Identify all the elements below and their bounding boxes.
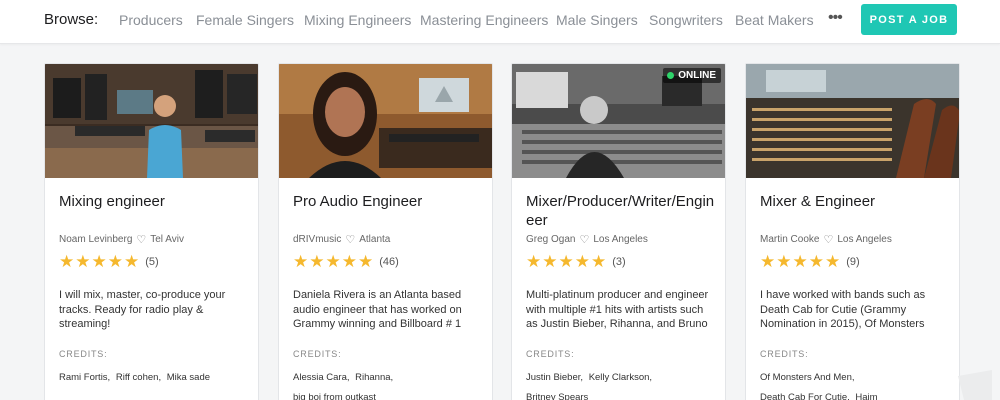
credit-item: big boi from outkast (293, 392, 376, 400)
heart-icon[interactable]: ♡ (579, 234, 589, 245)
star-icon: ★ (825, 252, 841, 271)
heart-icon[interactable]: ♡ (823, 234, 833, 245)
engineer-card[interactable]: Mixing engineer Noam Levinberg ♡ Tel Avi… (44, 63, 259, 400)
credit-item: Haim (855, 392, 878, 400)
browse-label: Browse: (44, 11, 99, 28)
engineer-name[interactable]: dRIVmusic (293, 234, 341, 245)
credits-label: CREDITS: (760, 349, 809, 359)
card-description: Multi-platinum producer and engineer wit… (526, 289, 709, 330)
star-icon: ★ (792, 252, 808, 271)
engineer-location: Los Angeles (593, 234, 648, 245)
star-icon: ★ (358, 252, 374, 271)
credits-label: CREDITS: (293, 349, 342, 359)
engineer-name[interactable]: Martin Cooke (760, 234, 819, 245)
card-meta: Noam Levinberg ♡ Tel Aviv (59, 234, 184, 245)
online-badge: ONLINE (663, 68, 721, 83)
card-title[interactable]: Mixer/Producer/Writer/Engineer (526, 192, 716, 230)
credit-item: Death Cab For Cutie, (760, 392, 850, 400)
credit-item: Britney Spears (526, 392, 589, 400)
card-description: I will mix, master, co-produce your trac… (59, 289, 226, 330)
card-photo: ONLINE (512, 64, 725, 178)
card-meta: Greg Ogan ♡ Los Angeles (526, 234, 648, 245)
credit-item: Justin Bieber, (526, 372, 584, 383)
star-icon: ★ (760, 252, 776, 271)
card-photo (279, 64, 492, 178)
star-icon: ★ (325, 252, 341, 271)
nav-link-producers[interactable]: Producers (119, 12, 183, 28)
nav-link-male-singers[interactable]: Male Singers (556, 12, 638, 28)
credit-item: Rami Fortis, (59, 372, 111, 383)
star-icon: ★ (107, 252, 123, 271)
online-label: ONLINE (678, 70, 716, 81)
star-icon: ★ (808, 252, 824, 271)
review-count: (3) (612, 256, 626, 268)
engineer-card[interactable]: ONLINE Mixer/Producer/Writer/Engineer Gr… (511, 63, 726, 400)
nav-link-songwriters[interactable]: Songwriters (649, 12, 723, 28)
review-count: (5) (145, 256, 159, 268)
rating: ★ ★ ★ ★ ★ (46) (293, 253, 399, 271)
nav-link-mixing-engineers[interactable]: Mixing Engineers (304, 12, 411, 28)
online-status-icon (667, 72, 675, 79)
credits-label: CREDITS: (526, 349, 575, 359)
card-title[interactable]: Pro Audio Engineer (293, 192, 483, 211)
star-icon: ★ (542, 252, 558, 271)
star-icon: ★ (293, 252, 309, 271)
card-photo (45, 64, 258, 178)
card-meta: dRIVmusic ♡ Atlanta (293, 234, 390, 245)
credit-item: Riff cohen, (115, 372, 162, 383)
engineer-location: Atlanta (359, 234, 391, 245)
browse-bar: Browse: Producers Female Singers Mixing … (0, 0, 1000, 44)
nav-link-female-singers[interactable]: Female Singers (196, 12, 294, 28)
credits-list: Alessia Cara, Rihanna, big boi from outk… (293, 368, 483, 400)
star-icon: ★ (591, 252, 607, 271)
engineer-card[interactable]: Mixer & Engineer Martin Cooke ♡ Los Ange… (745, 63, 960, 400)
card-meta: Martin Cooke ♡ Los Angeles (760, 234, 892, 245)
engineer-location: Tel Aviv (150, 234, 184, 245)
engineer-name[interactable]: Greg Ogan (526, 234, 575, 245)
rating: ★ ★ ★ ★ ★ (3) (526, 253, 626, 271)
credits-list: Justin Bieber, Kelly Clarkson, Britney S… (526, 368, 716, 400)
engineer-card[interactable]: Pro Audio Engineer dRIVmusic ♡ Atlanta ★… (278, 63, 493, 400)
credits-list: Of Monsters And Men, Death Cab For Cutie… (760, 368, 950, 400)
post-a-job-button[interactable]: POST A JOB (861, 4, 957, 35)
decorative-corner-shape (958, 370, 992, 400)
engineer-location: Los Angeles (837, 234, 892, 245)
star-icon: ★ (309, 252, 325, 271)
star-icon: ★ (526, 252, 542, 271)
nav-link-beat-makers[interactable]: Beat Makers (735, 12, 814, 28)
nav-link-mastering-engineers[interactable]: Mastering Engineers (420, 12, 548, 28)
star-icon: ★ (776, 252, 792, 271)
card-description: Daniela Rivera is an Atlanta based audio… (293, 289, 462, 330)
card-photo (746, 64, 959, 178)
heart-icon[interactable]: ♡ (345, 234, 355, 245)
credit-item: Kelly Clarkson, (588, 372, 653, 383)
rating: ★ ★ ★ ★ ★ (5) (59, 253, 159, 271)
star-icon: ★ (75, 252, 91, 271)
review-count: (46) (379, 256, 399, 268)
credit-item: Alessia Cara, (293, 372, 350, 383)
credits-list: Rami Fortis, Riff cohen, Mika sade (59, 368, 249, 388)
star-icon: ★ (91, 252, 107, 271)
card-title[interactable]: Mixer & Engineer (760, 192, 950, 211)
rating: ★ ★ ★ ★ ★ (9) (760, 253, 860, 271)
star-icon: ★ (558, 252, 574, 271)
card-description: I have worked with bands such as Death C… (760, 289, 926, 330)
star-icon: ★ (341, 252, 357, 271)
credits-label: CREDITS: (59, 349, 108, 359)
star-icon: ★ (59, 252, 75, 271)
card-title[interactable]: Mixing engineer (59, 192, 249, 211)
credit-item: Rihanna, (355, 372, 394, 383)
review-count: (9) (846, 256, 860, 268)
star-icon: ★ (574, 252, 590, 271)
star-icon: ★ (124, 252, 140, 271)
engineer-name[interactable]: Noam Levinberg (59, 234, 132, 245)
more-dots-icon[interactable]: ••• (828, 9, 843, 27)
credit-item: Mika sade (166, 372, 211, 383)
credit-item: Of Monsters And Men, (760, 372, 855, 383)
heart-icon[interactable]: ♡ (136, 234, 146, 245)
